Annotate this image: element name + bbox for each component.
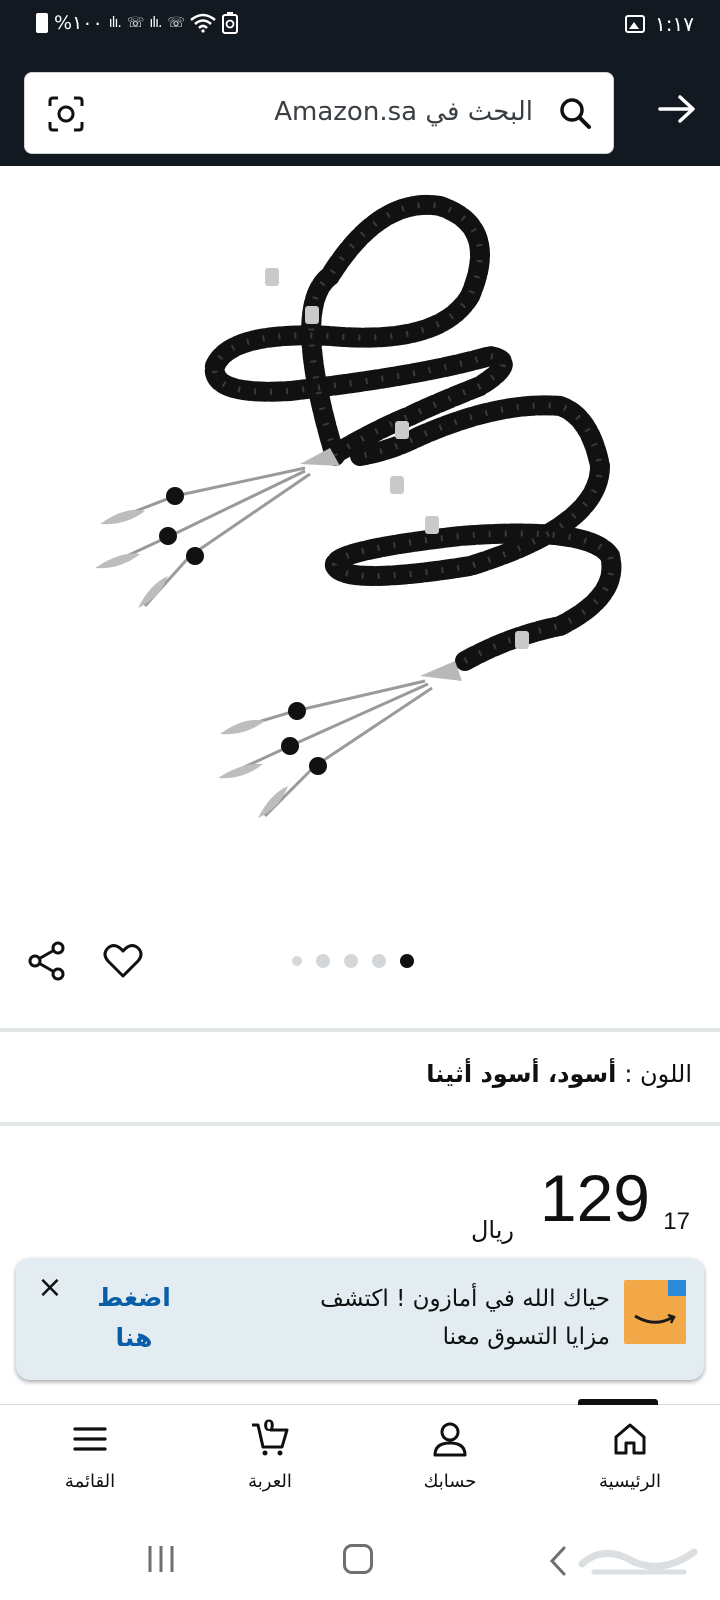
bottom-navigation: الرئيسية حسابك 0 العربة القائمة [0,1399,720,1507]
nav-cart-label: العربة [248,1471,292,1492]
nav-cart[interactable]: 0 العربة [180,1405,360,1507]
price-fraction: 17 [663,1208,690,1235]
price-currency: ريال [470,1216,514,1244]
banner-cta-link[interactable]: اضغط هنا [94,1278,174,1358]
battery-icon [36,13,48,33]
carousel-dot[interactable] [292,956,302,966]
battery-percent: %١٠٠ [54,12,103,34]
battery-saver-icon [221,12,238,34]
forward-arrow-icon[interactable] [656,88,698,130]
clock: ١:١٧ [655,12,694,36]
signal-icon: ılı. [149,15,162,31]
carousel-dot[interactable] [316,954,330,968]
nav-account-label: حسابك [423,1471,477,1492]
nav-menu[interactable]: القائمة [0,1405,180,1507]
nav-menu-label: القائمة [64,1471,116,1492]
product-image[interactable] [0,166,720,906]
search-icon[interactable] [557,95,593,131]
app-header: البحث في Amazon.sa [0,52,720,166]
color-selector[interactable]: اللون : أسود، أسود أثينا [426,1060,692,1088]
status-bar: %١٠٠ ılı. ☏ ılı. ☏ ١:١٧ [0,0,720,52]
amazon-box-icon [624,1280,686,1344]
welcome-banner: حياك الله في أمازون ! اكتشف مزايا التسوق… [16,1258,704,1380]
price-whole: 129 [539,1161,650,1235]
cart-count-badge: 0 [263,1416,275,1435]
nav-home[interactable]: الرئيسية [540,1399,720,1507]
section-divider [0,1028,720,1032]
share-icon[interactable] [26,940,68,982]
wifi-icon [190,13,216,33]
wifi-calling-icon: ☏ [167,15,184,31]
account-icon [433,1422,467,1457]
watermark-logo [578,1548,698,1575]
price-block: 129 17 ريال [390,1160,690,1260]
status-right-group: ١:١٧ [625,12,694,36]
banner-message: حياك الله في أمازون ! اكتشف مزايا التسوق… [320,1286,610,1350]
color-value: أسود، أسود أثينا [426,1060,617,1088]
carousel-dot-active[interactable] [400,954,414,968]
camera-scan-icon[interactable] [47,95,85,133]
gallery-notification-icon [625,15,646,33]
home-icon [614,1423,646,1455]
search-bar[interactable]: البحث في Amazon.sa [24,72,614,154]
nav-home-label: الرئيسية [599,1471,661,1492]
carousel-dot[interactable] [372,954,386,968]
nav-account[interactable]: حسابك [360,1405,540,1507]
carousel-dot[interactable] [344,954,358,968]
wifi-calling-icon: ☏ [126,15,144,31]
system-navigation-bar [0,1510,720,1600]
color-label: اللون : [624,1060,692,1088]
recent-apps-icon[interactable] [146,1544,176,1574]
system-back-icon[interactable] [548,1546,568,1576]
status-left-group: %١٠٠ ılı. ☏ ılı. ☏ [36,12,238,34]
signal-icon: ılı. [108,15,122,31]
prayer-beads-image [95,194,622,818]
search-input[interactable]: البحث في Amazon.sa [274,97,533,127]
section-divider [0,1122,720,1126]
close-icon[interactable]: × [36,1273,64,1303]
system-home-icon[interactable] [343,1544,373,1574]
active-tab-indicator [578,1399,658,1405]
image-carousel-indicator [292,954,414,968]
wishlist-heart-icon[interactable] [102,940,144,982]
menu-icon [73,1427,107,1451]
